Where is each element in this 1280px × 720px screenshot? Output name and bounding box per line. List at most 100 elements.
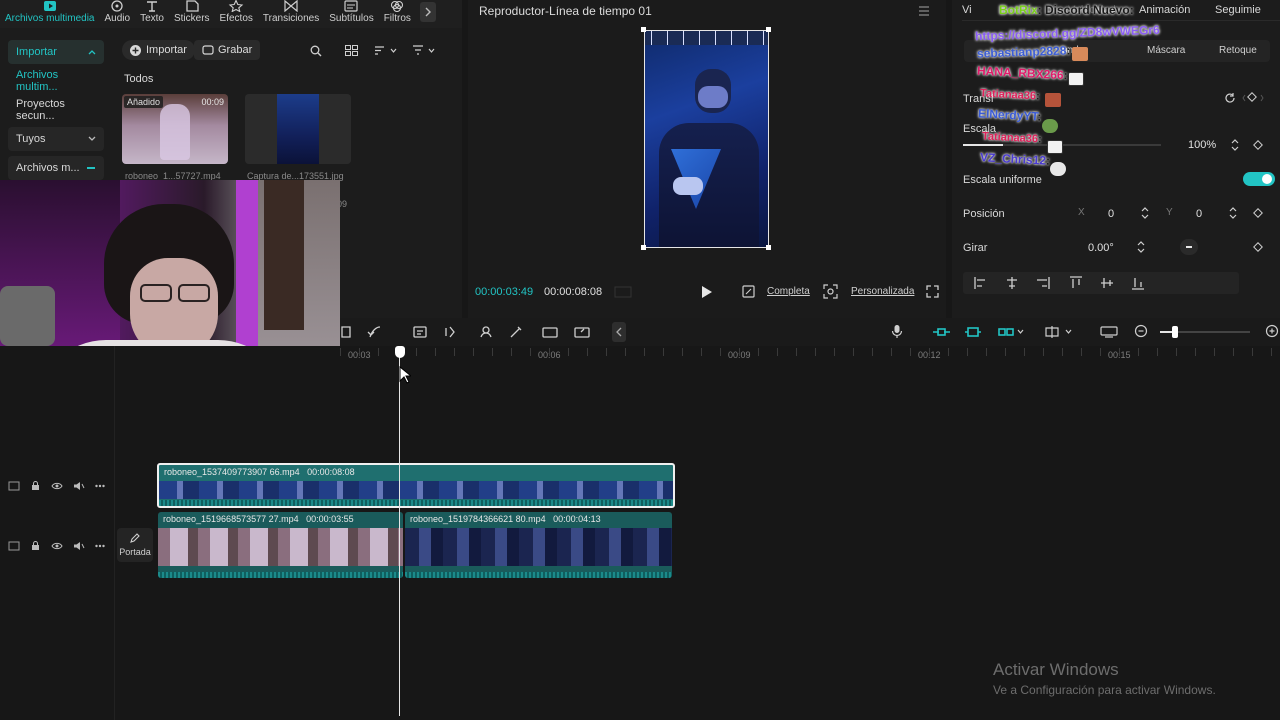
cover-label: Portada bbox=[119, 547, 151, 557]
rotate-field[interactable]: 0.00° bbox=[1088, 242, 1114, 254]
text-icon bbox=[147, 1, 158, 12]
tab-animation[interactable]: Animación bbox=[1139, 4, 1190, 16]
sidebar-item-media-library[interactable]: Archivos m... bbox=[8, 156, 104, 180]
keyframe-icon[interactable] bbox=[1252, 139, 1264, 151]
audio-icon bbox=[111, 0, 123, 12]
rotate-dial[interactable] bbox=[1180, 239, 1198, 255]
keyframe-icon[interactable] bbox=[1252, 241, 1264, 253]
video-preview[interactable] bbox=[644, 30, 769, 248]
split-view-icon[interactable] bbox=[1045, 325, 1075, 339]
rotate-label: Girar bbox=[963, 242, 988, 254]
sidebar-item-yours[interactable]: Tuyos bbox=[8, 127, 104, 151]
playhead-line[interactable] bbox=[399, 348, 400, 716]
media-thumb-video[interactable]: Añadido 00:09 bbox=[122, 94, 228, 164]
zoom-slider-handle[interactable] bbox=[1172, 326, 1178, 338]
tab-subtitles[interactable]: Subtítulos bbox=[324, 0, 378, 28]
clip-filename: roboneo_1519784366621 80.mp4 bbox=[410, 514, 546, 524]
track-video-icon[interactable] bbox=[8, 541, 20, 551]
stepper-icon[interactable] bbox=[1136, 239, 1146, 255]
eye-icon[interactable] bbox=[51, 541, 63, 551]
more-icon[interactable] bbox=[95, 544, 105, 548]
crop-handle[interactable] bbox=[766, 27, 771, 32]
fullscreen-icon[interactable] bbox=[926, 285, 939, 298]
lock-icon[interactable] bbox=[30, 540, 41, 551]
pencil-icon bbox=[130, 533, 140, 543]
scale-value[interactable]: 100% bbox=[1188, 139, 1216, 151]
lock-icon[interactable] bbox=[30, 480, 41, 491]
sub-tab-mask[interactable]: Máscara bbox=[1147, 45, 1185, 56]
plus-icon bbox=[130, 44, 141, 56]
zoom-in-icon[interactable] bbox=[1265, 324, 1279, 338]
playhead-handle[interactable] bbox=[395, 346, 405, 358]
sort-icon[interactable] bbox=[374, 45, 398, 56]
media-thumb-image[interactable] bbox=[245, 94, 351, 164]
tab-transitions[interactable]: Transiciones bbox=[258, 0, 324, 28]
stepper-icon[interactable] bbox=[1228, 205, 1238, 221]
uniform-scale-toggle[interactable] bbox=[1243, 172, 1275, 186]
search-icon[interactable] bbox=[310, 45, 322, 57]
clip-frames bbox=[159, 481, 673, 499]
tab-video[interactable]: Vi bbox=[962, 4, 972, 16]
tab-audio[interactable]: Audio bbox=[99, 0, 135, 28]
filter-icon[interactable] bbox=[412, 45, 436, 56]
toolbar-more-button[interactable] bbox=[419, 2, 436, 22]
clip-waveform bbox=[159, 500, 673, 506]
tab-media-label: Archivos multimedia bbox=[5, 13, 95, 24]
sidebar-item-secondary-projects[interactable]: Proyectos secun... bbox=[8, 98, 104, 122]
collapse-button[interactable] bbox=[612, 322, 626, 342]
link-icon bbox=[87, 167, 95, 169]
tab-tracking[interactable]: Seguimie bbox=[1215, 4, 1261, 16]
sub-tab-retouch[interactable]: Retoque bbox=[1219, 45, 1257, 56]
clip-secondary-1[interactable]: roboneo_1519668573577 27.mp4 00:00:03:55 bbox=[158, 512, 403, 578]
chat-emote-icon bbox=[1072, 47, 1088, 61]
sticker-icon bbox=[186, 0, 199, 12]
sidebar-item-import[interactable]: Importar bbox=[8, 40, 104, 64]
full-quality-button[interactable]: Completa bbox=[767, 286, 810, 297]
filters-icon bbox=[391, 0, 404, 12]
tab-filters[interactable]: Filtros bbox=[379, 0, 416, 28]
crop-handle[interactable] bbox=[641, 27, 646, 32]
position-y-field[interactable]: 0 bbox=[1196, 208, 1202, 220]
custom-ratio-button[interactable]: Personalizada bbox=[851, 286, 914, 297]
focus-icon[interactable] bbox=[823, 284, 838, 299]
reset-icon[interactable] bbox=[1224, 92, 1236, 104]
eye-icon[interactable] bbox=[51, 481, 63, 491]
clip-duration: 00:00:04:13 bbox=[553, 514, 601, 524]
play-icon[interactable] bbox=[701, 285, 713, 299]
record-button[interactable]: Grabar bbox=[194, 40, 261, 60]
audio-mute-icon[interactable] bbox=[73, 541, 85, 551]
player-panel: Reproductor-Línea de tiempo 01 00:00:03:… bbox=[468, 0, 946, 318]
tab-text[interactable]: Texto bbox=[135, 0, 169, 28]
tab-media[interactable]: Archivos multimedia bbox=[0, 0, 99, 28]
sidebar-item-media-files[interactable]: Archivos multim... bbox=[8, 69, 104, 93]
tab-effects[interactable]: Efectos bbox=[215, 0, 258, 28]
microphone-icon[interactable] bbox=[891, 324, 903, 339]
grid-view-icon[interactable] bbox=[345, 45, 358, 56]
audio-mute-icon[interactable] bbox=[73, 481, 85, 491]
zoom-out-icon[interactable] bbox=[1134, 324, 1148, 338]
tab-effects-label: Efectos bbox=[219, 13, 253, 24]
menu-icon[interactable] bbox=[918, 6, 930, 16]
cover-button[interactable]: Portada bbox=[117, 528, 153, 562]
position-x-field[interactable]: 0 bbox=[1108, 208, 1114, 220]
aspect-ratio-icon[interactable] bbox=[742, 285, 755, 298]
keyframe-icon[interactable] bbox=[1252, 207, 1264, 219]
keyframe-icon[interactable] bbox=[1242, 92, 1264, 104]
stepper-icon[interactable] bbox=[1230, 137, 1240, 153]
crop-handle[interactable] bbox=[766, 245, 771, 250]
tab-stickers[interactable]: Stickers bbox=[169, 0, 215, 28]
stepper-icon[interactable] bbox=[1140, 205, 1150, 221]
align-icons[interactable] bbox=[974, 276, 1164, 290]
sidebar-item-label: Tuyos bbox=[16, 133, 46, 145]
added-badge: Añadido bbox=[124, 96, 164, 108]
clip-waveform bbox=[158, 572, 403, 578]
edit-tools-icons[interactable] bbox=[340, 325, 620, 339]
more-icon[interactable] bbox=[95, 484, 105, 488]
preview-axis-icon[interactable] bbox=[1100, 325, 1118, 339]
crop-handle[interactable] bbox=[641, 245, 646, 250]
import-button[interactable]: Importar bbox=[122, 40, 195, 60]
clip-main[interactable]: roboneo_1537409773907 66.mp4 00:00:08:08 bbox=[157, 463, 675, 508]
clip-secondary-2[interactable]: roboneo_1519784366621 80.mp4 00:00:04:13 bbox=[405, 512, 672, 578]
snap-tools-icons[interactable] bbox=[932, 325, 1042, 339]
track-video-icon[interactable] bbox=[8, 481, 20, 491]
